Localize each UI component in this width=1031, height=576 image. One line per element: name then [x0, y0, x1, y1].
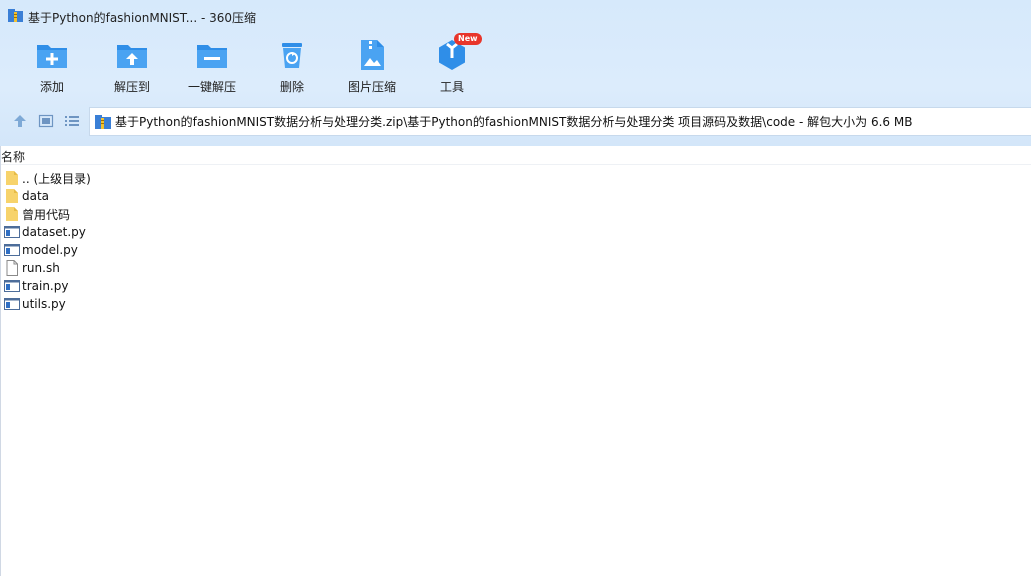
add-label: 添加 [39, 80, 64, 94]
file-name: dataset.py [22, 225, 86, 239]
file-name: .. (上级目录) [22, 171, 91, 186]
file-name: 曾用代码 [22, 207, 71, 222]
toolbar: 添加 解压到 一键解压 删除 图片压缩 工具 New [0, 33, 1031, 100]
tools-label: 工具 [439, 80, 464, 94]
add-button[interactable]: 添加 [12, 36, 92, 96]
add-archive-icon [37, 45, 67, 68]
header-divider [1, 164, 1031, 165]
up-arrow-icon[interactable] [12, 113, 28, 129]
one-click-extract-icon [197, 45, 227, 68]
one-click-extract-button[interactable]: 一键解压 [172, 36, 252, 96]
list-item-parent[interactable]: .. (上级目录) [4, 169, 91, 187]
python-file-icon [4, 298, 20, 310]
window-title: 基于Python的fashionMNIST... - 360压缩 [28, 11, 257, 25]
delete-button[interactable]: 删除 [252, 36, 332, 96]
list-item-dataset-py[interactable]: dataset.py [4, 223, 86, 241]
generic-file-icon [6, 260, 18, 276]
list-item-run-sh[interactable]: run.sh [4, 259, 60, 277]
view-mode-icon[interactable] [38, 113, 54, 129]
file-name: utils.py [22, 297, 66, 311]
folder-icon [6, 171, 18, 185]
file-name: train.py [22, 279, 69, 293]
extract-to-label: 解压到 [113, 80, 150, 94]
navigation-bar: 基于Python的fashionMNIST数据分析与处理分类.zip\基于Pyt… [0, 107, 1031, 137]
column-header-name[interactable]: 名称 [1, 148, 25, 165]
list-item-utils-py[interactable]: utils.py [4, 295, 66, 313]
zip-archive-icon [95, 114, 111, 129]
image-compress-icon [361, 40, 384, 70]
list-item-data[interactable]: data [4, 187, 49, 205]
file-name: run.sh [22, 261, 60, 275]
image-compress-button[interactable]: 图片压缩 [332, 36, 412, 96]
address-path: 基于Python的fashionMNIST数据分析与处理分类.zip\基于Pyt… [115, 115, 913, 129]
tools-button[interactable]: 工具 [412, 36, 492, 96]
list-item-model-py[interactable]: model.py [4, 241, 78, 259]
list-item-train-py[interactable]: train.py [4, 277, 68, 295]
file-list-pane: 名称 .. (上级目录) data 曾用代码 dataset.py model.… [0, 146, 1031, 576]
folder-icon [6, 189, 18, 203]
file-name: model.py [22, 243, 78, 257]
python-file-icon [4, 244, 20, 256]
list-view-icon[interactable] [64, 113, 80, 129]
python-file-icon [4, 280, 20, 292]
image-compress-label: 图片压缩 [347, 80, 396, 94]
delete-icon [282, 43, 302, 68]
new-badge: New [454, 33, 482, 45]
app-archive-icon [8, 9, 23, 22]
list-item-old-code[interactable]: 曾用代码 [4, 205, 70, 223]
title-bar: 基于Python的fashionMNIST... - 360压缩 [0, 0, 1031, 32]
top-chrome: 基于Python的fashionMNIST... - 360压缩 添加 解压到 [0, 0, 1031, 146]
folder-icon [6, 207, 18, 221]
extract-to-icon [117, 45, 147, 68]
python-file-icon [4, 226, 20, 238]
delete-label: 删除 [279, 80, 304, 94]
one-click-extract-label: 一键解压 [187, 80, 236, 94]
file-name: data [22, 189, 50, 203]
address-bar[interactable]: 基于Python的fashionMNIST数据分析与处理分类.zip\基于Pyt… [89, 107, 1031, 136]
extract-to-button[interactable]: 解压到 [92, 36, 172, 96]
